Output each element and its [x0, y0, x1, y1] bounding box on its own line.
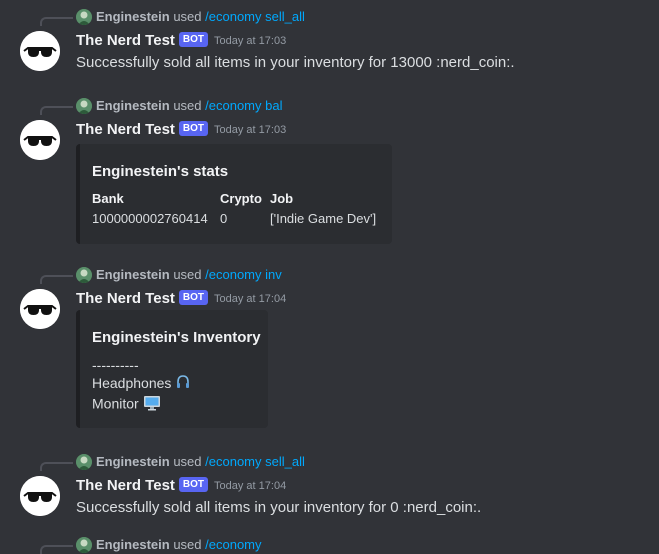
embed-title: Enginestein's stats — [92, 163, 229, 180]
bot-avatar[interactable] — [20, 289, 60, 329]
field-name: Crypto — [220, 191, 262, 206]
inventory-item-headphones: Headphones — [92, 374, 191, 394]
timestamp[interactable]: Today at 17:03 — [214, 35, 286, 47]
reply-avatar[interactable] — [76, 9, 92, 25]
reply-connector — [40, 462, 73, 471]
bot-avatar[interactable] — [20, 120, 60, 160]
embed-field-job: Job ['Indie Game Dev'] — [270, 190, 376, 228]
reply-username[interactable]: Enginestein — [96, 537, 170, 552]
stats-embed: Enginestein's stats Bank 100000000276041… — [76, 144, 392, 244]
reply-context: Enginestein used /economy sell_all — [96, 8, 305, 26]
message-content: Successfully sold all items in your inve… — [76, 499, 482, 516]
reply-connector — [40, 106, 73, 115]
item-name: Monitor — [92, 396, 139, 412]
reply-avatar[interactable] — [76, 267, 92, 283]
field-value: 0 — [220, 211, 228, 226]
bot-avatar[interactable] — [20, 31, 60, 71]
timestamp[interactable]: Today at 17:04 — [214, 293, 286, 305]
message-header: The Nerd Test BOT Today at 17:04 — [76, 475, 286, 497]
embed-field-bank: Bank 1000000002760414 — [92, 190, 208, 228]
bot-badge: BOT — [178, 31, 209, 47]
timestamp[interactable]: Today at 17:04 — [214, 480, 286, 492]
reply-command[interactable]: /economy bal — [205, 98, 282, 113]
author-name[interactable]: The Nerd Test — [76, 290, 175, 307]
reply-username[interactable]: Enginestein — [96, 98, 170, 113]
reply-used-text: used — [173, 267, 202, 282]
bot-badge: BOT — [178, 120, 209, 136]
reply-context: Enginestein used /economy sell_all — [96, 453, 305, 471]
reply-context: Enginestein used /economy bal — [96, 97, 282, 115]
field-value: 1000000002760414 — [92, 211, 208, 226]
monitor-icon — [143, 394, 161, 416]
message-header: The Nerd Test BOT Today at 17:03 — [76, 119, 286, 141]
inventory-item-monitor: Monitor — [92, 394, 191, 416]
reply-username[interactable]: Enginestein — [96, 9, 170, 24]
inventory-embed: Enginestein's Inventory ---------- Headp… — [76, 310, 268, 428]
item-name: Headphones — [92, 375, 172, 391]
reply-connector — [40, 275, 73, 284]
reply-command[interactable]: /economy sell_all — [205, 9, 305, 24]
reply-username[interactable]: Enginestein — [96, 267, 170, 282]
message-2: Enginestein used /economy bal The Nerd T… — [0, 97, 659, 244]
reply-used-text: used — [173, 537, 202, 552]
headphones-icon — [175, 374, 191, 394]
reply-used-text: used — [173, 9, 202, 24]
author-name[interactable]: The Nerd Test — [76, 32, 175, 49]
reply-used-text: used — [173, 98, 202, 113]
message-content: Successfully sold all items in your inve… — [76, 54, 515, 71]
message-1: Enginestein used /economy sell_all The N… — [0, 8, 659, 71]
bot-badge: BOT — [178, 476, 209, 492]
reply-connector — [40, 17, 73, 26]
reply-avatar[interactable] — [76, 454, 92, 470]
reply-command[interactable]: /economy inv — [205, 267, 282, 282]
message-4: Enginestein used /economy sell_all The N… — [0, 453, 659, 516]
field-name: Job — [270, 191, 294, 206]
message-header: The Nerd Test BOT Today at 17:03 — [76, 30, 286, 52]
reply-connector — [40, 545, 73, 554]
reply-command[interactable]: /economy sell_all — [205, 454, 305, 469]
bot-badge: BOT — [178, 289, 209, 305]
reply-used-text: used — [173, 454, 202, 469]
reply-avatar[interactable] — [76, 98, 92, 114]
author-name[interactable]: The Nerd Test — [76, 121, 175, 138]
field-value: ['Indie Game Dev'] — [270, 211, 377, 226]
reply-context: Enginestein used /economy inv — [96, 266, 282, 284]
message-3: Enginestein used /economy inv The Nerd T… — [0, 266, 659, 428]
reply-command[interactable]: /economy — [205, 537, 261, 552]
author-name[interactable]: The Nerd Test — [76, 477, 175, 494]
embed-description: ---------- Headphones Monitor — [92, 356, 191, 416]
timestamp[interactable]: Today at 17:03 — [214, 124, 286, 136]
reply-avatar[interactable] — [76, 537, 92, 553]
bot-avatar[interactable] — [20, 476, 60, 516]
reply-username[interactable]: Enginestein — [96, 454, 170, 469]
field-name: Bank — [92, 191, 124, 206]
separator: ---------- — [92, 357, 139, 373]
embed-title: Enginestein's Inventory — [92, 329, 261, 346]
message-5-partial: Enginestein used /economy — [0, 536, 659, 554]
reply-context: Enginestein used /economy — [96, 536, 262, 554]
message-header: The Nerd Test BOT Today at 17:04 — [76, 288, 286, 310]
embed-field-crypto: Crypto 0 — [220, 190, 262, 228]
